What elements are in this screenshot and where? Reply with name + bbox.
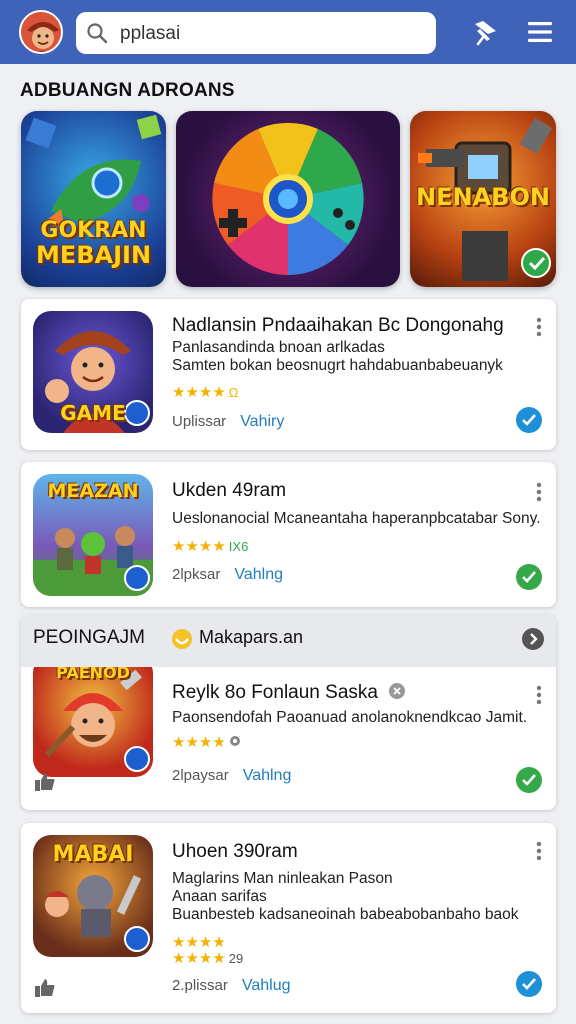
- smile-icon: [172, 629, 192, 649]
- thumbs-up-icon[interactable]: [35, 773, 55, 791]
- app-title[interactable]: Ukden 49ram: [172, 480, 286, 502]
- group-subtitle: Makapars.an: [199, 627, 304, 647]
- app-description-3: Buanbesteb kadsaneoinah babeabobanbaho b…: [172, 906, 519, 923]
- app-icon-1-text: GAME: [60, 401, 126, 425]
- app-link[interactable]: Vahlug: [242, 977, 291, 994]
- app-card-2[interactable]: MEAZAN Ukden 49ram Ueslonanocial Mcanean…: [21, 462, 556, 607]
- more-options-icon[interactable]: [536, 317, 542, 337]
- more-options-icon[interactable]: [536, 841, 542, 861]
- featured-banner-2[interactable]: [176, 111, 400, 287]
- star-icons: ★★★★: [172, 950, 226, 967]
- app-meta: 2lpaysar Vahlng: [172, 767, 291, 785]
- app-description: Panlasandinda bnoan arlkadas: [172, 339, 385, 356]
- app-card-4[interactable]: MABAI Uhoen 390ram Maglarins Man ninleak…: [21, 823, 556, 1013]
- app-title[interactable]: Uhoen 390ram: [172, 841, 298, 863]
- app-size: 2lpaysar: [172, 767, 229, 784]
- rating-tag: IX6: [228, 539, 249, 554]
- avatar[interactable]: [19, 10, 63, 54]
- rating-tag: 29: [228, 951, 244, 966]
- more-options-icon[interactable]: [536, 482, 542, 502]
- installed-badge-icon[interactable]: [516, 767, 542, 793]
- app-description-2: Anaan sarifas: [172, 888, 267, 905]
- installed-badge-icon[interactable]: [516, 564, 542, 590]
- group-title: PEOINGAJM: [33, 627, 145, 648]
- app-description: Maglarins Man ninleakan Pason: [172, 870, 393, 887]
- app-icon-2[interactable]: MEAZAN: [33, 474, 153, 596]
- star-icons: ★★★★: [172, 734, 226, 751]
- app-icon-2-text: MEAZAN: [47, 480, 139, 502]
- search-bar[interactable]: pplasai: [76, 12, 436, 54]
- star-icons: ★★★★: [172, 384, 226, 401]
- chevron-right-icon[interactable]: [522, 628, 544, 650]
- app-icon-3-text: PAENOD: [56, 663, 130, 682]
- app-size: 2.plissar: [172, 977, 228, 994]
- gear-icon: [229, 736, 240, 746]
- app-link[interactable]: Vahlng: [234, 566, 283, 583]
- banner-1-title-1: GOKRAN: [40, 218, 147, 243]
- section-title: ADBUANGN ADROANS: [20, 80, 235, 101]
- verified-badge-icon[interactable]: [516, 407, 542, 433]
- close-circle-icon[interactable]: [389, 683, 406, 699]
- app-title-text: Reylk 8o Fonlaun Saska: [172, 682, 378, 703]
- pin-icon[interactable]: [470, 17, 500, 47]
- banner-3-title: NENABON: [416, 183, 550, 211]
- app-description: Paonsendofah Paoanuad anolanoknendkcao J…: [172, 709, 528, 726]
- rating-stars-2: ★★★★ 29: [172, 949, 243, 967]
- app-size: Uplissar: [172, 413, 227, 430]
- search-icon: [87, 23, 108, 44]
- app-meta: 2.plissar Vahlug: [172, 977, 291, 995]
- app-meta: 2lpksar Vahlng: [172, 566, 283, 584]
- search-input[interactable]: pplasai: [120, 23, 180, 45]
- featured-banner-3[interactable]: NENABON: [410, 111, 556, 287]
- more-options-icon[interactable]: [536, 685, 542, 705]
- app-size: 2lpksar: [172, 566, 221, 583]
- rating-stars: ★★★★ IX6: [172, 537, 248, 555]
- app-link[interactable]: Vahlng: [243, 767, 292, 784]
- app-icon-3[interactable]: PAENOD: [33, 655, 153, 777]
- app-title[interactable]: Nadlansin Pndaaihakan Bc Dongonahg: [172, 315, 504, 337]
- star-icons: ★★★★: [172, 538, 226, 555]
- gamepad-art-icon: [212, 122, 364, 275]
- app-description-2: Samten bokan beosnugrt hahdabuanbabeuany…: [172, 357, 503, 374]
- group-header[interactable]: PEOINGAJM Makapars.an: [21, 615, 556, 667]
- thumbs-up-icon[interactable]: [35, 979, 55, 997]
- app-icon-4[interactable]: MABAI: [33, 835, 153, 957]
- top-bar: pplasai: [0, 0, 576, 64]
- menu-icon[interactable]: [526, 20, 554, 44]
- avatar-image: [21, 12, 61, 52]
- app-icon-1[interactable]: GAME: [33, 311, 153, 433]
- app-link[interactable]: Vahiry: [240, 413, 284, 430]
- verified-badge-icon[interactable]: [516, 971, 542, 997]
- app-title[interactable]: Reylk 8o Fonlaun Saska: [172, 682, 406, 704]
- app-description: Ueslonanocial Mcaneantaha haperanpbcatab…: [172, 510, 542, 527]
- rating-stars: ★★★★ Ω: [172, 383, 239, 401]
- app-card-1[interactable]: GAME Nadlansin Pndaaihakan Bc Dongonahg …: [21, 299, 556, 450]
- banner-1-title-2: MEBAJIN: [35, 241, 152, 269]
- featured-banner-1[interactable]: GOKRAN MEBAJIN: [21, 111, 166, 287]
- app-icon-4-text: MABAI: [52, 842, 134, 867]
- rating-tag: Ω: [228, 385, 239, 400]
- rating-stars: ★★★★: [172, 733, 241, 751]
- app-meta: Uplissar Vahiry: [172, 413, 284, 431]
